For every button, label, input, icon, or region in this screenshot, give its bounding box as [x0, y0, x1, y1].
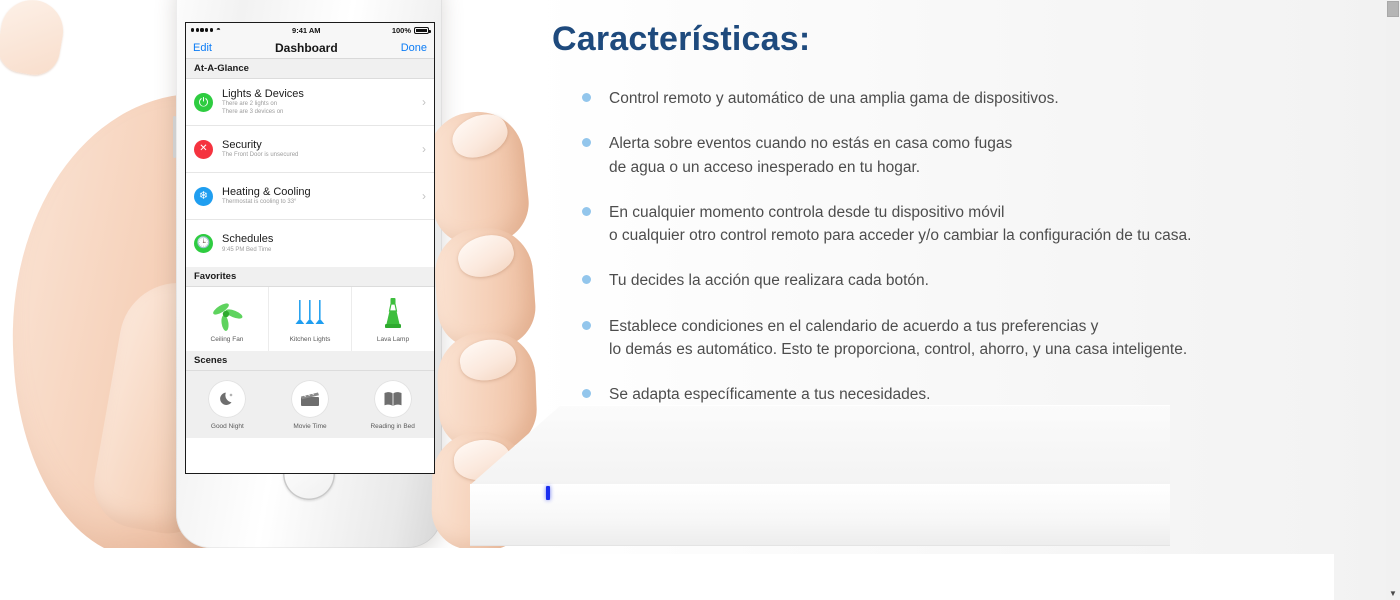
- vertical-scrollbar[interactable]: ▼: [1386, 0, 1400, 600]
- scene-label: Reading in Bed: [370, 423, 415, 430]
- bullet-icon: [582, 275, 591, 285]
- favorite-tile-label: Lava Lamp: [376, 336, 410, 343]
- signal-strength-icon: [191, 28, 213, 32]
- section-header-favorites: Favorites: [186, 267, 434, 287]
- favorite-tile-label: Ceiling Fan: [210, 336, 244, 343]
- list-item-lights-devices[interactable]: ⏻ Lights & Devices There are 2 lights on…: [186, 79, 434, 126]
- status-bar: ◓ 9:41 AM 100%: [186, 23, 434, 37]
- battery-percent-label: 100%: [391, 25, 411, 35]
- features-list: Control remoto y automático de una ampli…: [552, 87, 1352, 406]
- app-nav-bar: Edit Dashboard Done: [186, 37, 434, 59]
- scene-movie-time[interactable]: Movie Time: [269, 380, 352, 430]
- feature-text: Alerta sobre eventos cuando no estás en …: [609, 135, 1013, 176]
- list-item: Tu decides la acción que realizara cada …: [552, 269, 1352, 292]
- favorite-tile-kitchen-lights[interactable]: Kitchen Lights: [269, 287, 352, 351]
- list-item-title: Lights & Devices: [222, 87, 304, 100]
- list-item-title: Security: [222, 138, 262, 151]
- feature-text: Establece condiciones en el calendario d…: [609, 317, 1188, 358]
- list-item-subtitle: 9:45 PM Bed Time: [222, 246, 272, 253]
- hub-led-indicator: [546, 486, 550, 500]
- chevron-right-icon: ›: [422, 95, 426, 109]
- status-bar-time: 9:41 AM: [292, 25, 321, 35]
- list-item: Control remoto y automático de una ampli…: [552, 87, 1352, 110]
- feature-text: En cualquier momento controla desde tu d…: [609, 203, 1192, 244]
- thumb-nail-shape: [0, 0, 68, 79]
- list-item: Establece condiciones en el calendario d…: [552, 315, 1352, 362]
- list-item: Alerta sobre eventos cuando no estás en …: [552, 132, 1352, 179]
- bullet-icon: [582, 206, 591, 216]
- close-icon: ✕: [194, 139, 213, 159]
- scenes-row: Good Night Movie Time Reading in Bed: [186, 371, 434, 438]
- page-root: ◓ 9:41 AM 100% Edit Dashboard Done At-A-…: [0, 0, 1400, 600]
- power-icon: ⏻: [194, 92, 213, 112]
- list-item-subtitle: There are 2 lights on There are 3 device…: [222, 101, 284, 116]
- kitchen-lights-icon: [269, 297, 351, 331]
- scene-label: Movie Time: [293, 423, 327, 430]
- features-heading: Características:: [552, 20, 811, 58]
- page-title: Dashboard: [274, 40, 338, 55]
- list-item: En cualquier momento controla desde tu d…: [552, 201, 1352, 248]
- section-header-scenes: Scenes: [186, 351, 434, 371]
- bullet-icon: [582, 389, 591, 398]
- scene-label: Good Night: [210, 423, 244, 430]
- status-bar-right: 100%: [391, 25, 431, 35]
- list-item-title: Schedules: [222, 233, 274, 246]
- list-item-security[interactable]: ✕ Security The Front Door is unsecured ›: [186, 126, 434, 173]
- list-item-subtitle: Thermostat is cooling to 33°: [222, 199, 297, 206]
- list-item-subtitle: The Front Door is unsecured: [222, 152, 299, 159]
- snowflake-icon: ❄: [194, 186, 213, 206]
- section-header-at-a-glance: At-A-Glance: [186, 59, 434, 79]
- lava-lamp-icon: [352, 297, 434, 331]
- feature-text: Control remoto y automático de una ampli…: [609, 90, 1059, 107]
- favorites-tiles: Ceiling Fan Kitchen Lights Lava Lamp: [186, 287, 434, 351]
- favorite-tile-label: Kitchen Lights: [289, 336, 331, 343]
- moon-icon: [208, 380, 247, 418]
- chevron-right-icon: ›: [422, 142, 426, 156]
- features-panel: Características: Control remoto y automá…: [552, 0, 1352, 600]
- favorite-tile-ceiling-fan[interactable]: Ceiling Fan: [186, 287, 269, 351]
- open-book-icon: [373, 380, 412, 418]
- list-item-heating-cooling[interactable]: ❄ Heating & Cooling Thermostat is coolin…: [186, 173, 434, 220]
- favorite-tile-lava-lamp[interactable]: Lava Lamp: [352, 287, 434, 351]
- list-item-schedules[interactable]: 🕒 Schedules 9:45 PM Bed Time: [186, 220, 434, 267]
- clock-icon: 🕒: [194, 234, 213, 253]
- scrollbar-thumb[interactable]: [1387, 1, 1399, 17]
- feature-text: Tu decides la acción que realizara cada …: [609, 272, 929, 290]
- done-button[interactable]: Done: [401, 42, 427, 54]
- scene-good-night[interactable]: Good Night: [186, 380, 269, 430]
- list-item: Se adapta específicamente a tus necesida…: [552, 383, 1352, 406]
- page-left-white-area: [0, 548, 560, 600]
- bullet-icon: [582, 93, 591, 102]
- bullet-icon: [582, 320, 591, 330]
- battery-full-icon: [414, 26, 431, 34]
- edit-button[interactable]: Edit: [193, 42, 212, 54]
- scroll-down-arrow-icon[interactable]: ▼: [1386, 586, 1400, 600]
- bullet-icon: [582, 138, 591, 148]
- chevron-right-icon: ›: [422, 189, 426, 203]
- list-item-title: Heating & Cooling: [222, 185, 311, 198]
- scene-reading-in-bed[interactable]: Reading in Bed: [351, 380, 434, 430]
- ceiling-fan-icon: [186, 297, 268, 331]
- feature-text: Se adapta específicamente a tus necesida…: [609, 386, 931, 403]
- phone-screen: ◓ 9:41 AM 100% Edit Dashboard Done At-A-…: [185, 22, 435, 474]
- clapperboard-icon: [291, 380, 329, 418]
